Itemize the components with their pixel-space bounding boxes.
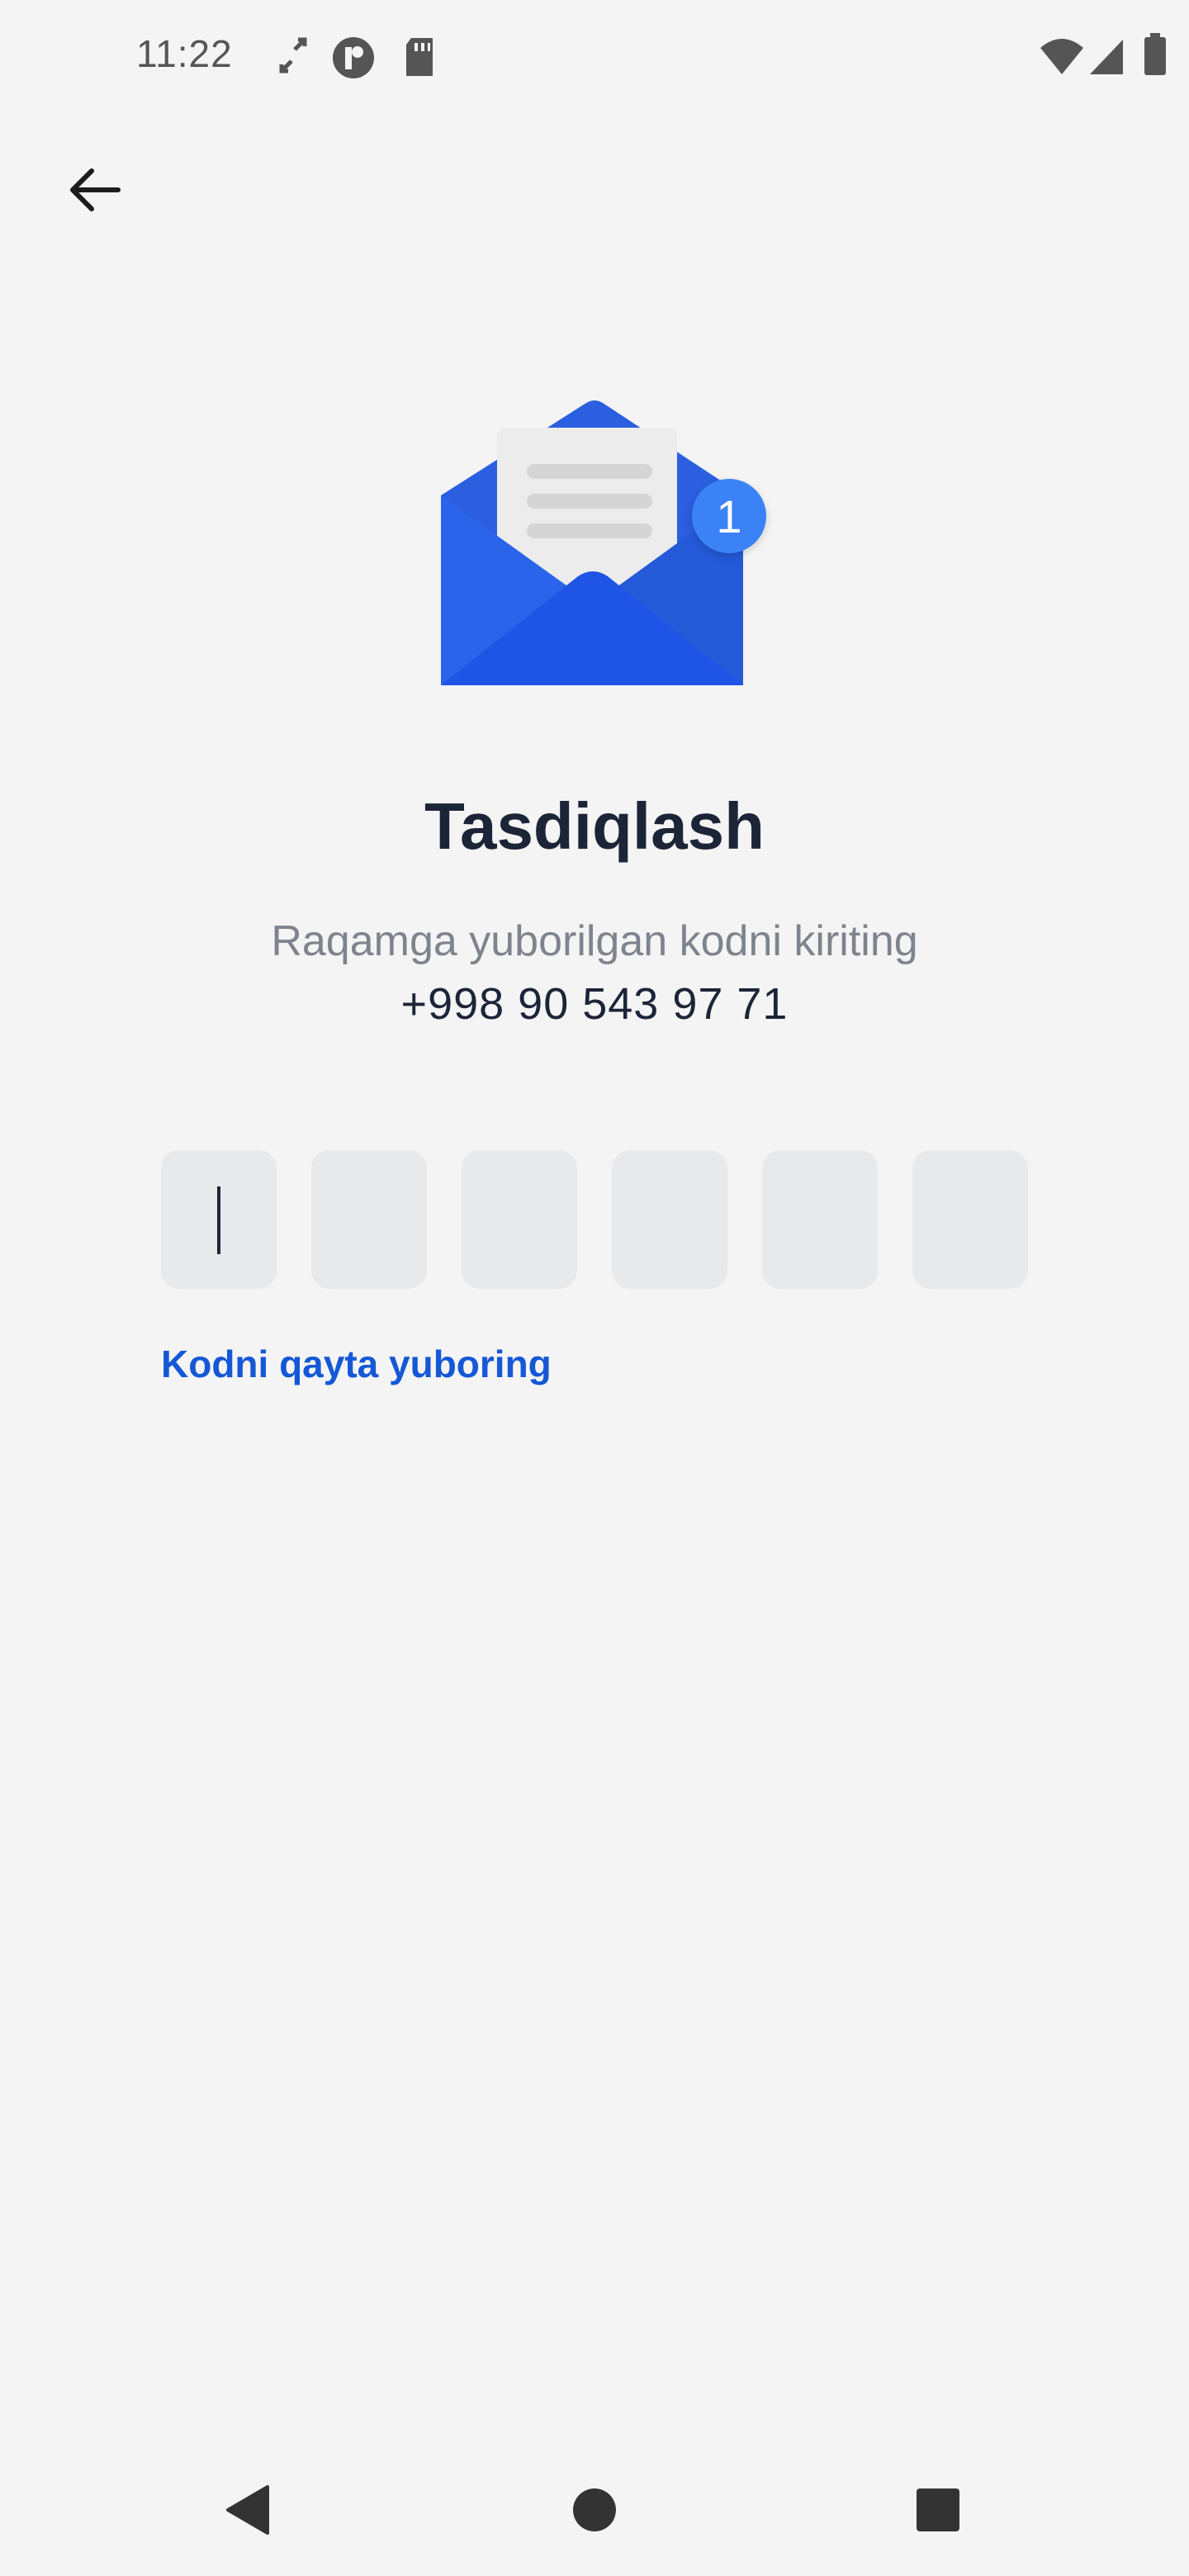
home-circle-icon <box>573 2488 616 2531</box>
recents-square-icon <box>917 2488 959 2531</box>
back-button[interactable] <box>50 144 140 235</box>
resend-code-link[interactable]: Kodni qayta yuboring <box>161 1342 552 1386</box>
system-nav-bar <box>0 2444 1189 2576</box>
wifi-icon <box>1039 38 1085 80</box>
otp-digit-5[interactable] <box>762 1150 878 1289</box>
otp-digit-4[interactable] <box>612 1150 727 1289</box>
subtitle-text: Raqamga yuborilgan kodni kiriting <box>271 917 918 965</box>
otp-digit-6[interactable] <box>912 1150 1028 1289</box>
nav-recents-button[interactable] <box>872 2444 1004 2576</box>
badge-count: 1 <box>716 490 742 542</box>
page-title: Tasdiqlash <box>424 789 765 863</box>
otp-input-row <box>161 1150 1028 1290</box>
phone-number: +998 90 543 97 71 <box>400 979 789 1029</box>
nav-home-button[interactable] <box>528 2444 661 2576</box>
signal-icon <box>1088 38 1125 80</box>
text-cursor <box>217 1186 220 1254</box>
arrow-left-icon <box>70 168 121 211</box>
notification-badge: 1 <box>692 479 766 553</box>
nav-back-button[interactable] <box>182 2444 314 2576</box>
status-time: 11:22 <box>136 32 233 75</box>
sd-card-icon <box>403 36 436 82</box>
envelope-illustration: 1 <box>429 388 776 710</box>
otp-digit-3[interactable] <box>462 1150 577 1289</box>
otp-digit-1[interactable] <box>161 1150 277 1289</box>
sync-icon <box>277 35 310 80</box>
status-bar: 11:22 <box>0 0 1189 116</box>
battery-icon <box>1143 33 1168 80</box>
app-r-icon <box>332 36 375 83</box>
back-triangle-icon <box>226 2485 269 2535</box>
otp-digit-2[interactable] <box>311 1150 427 1289</box>
